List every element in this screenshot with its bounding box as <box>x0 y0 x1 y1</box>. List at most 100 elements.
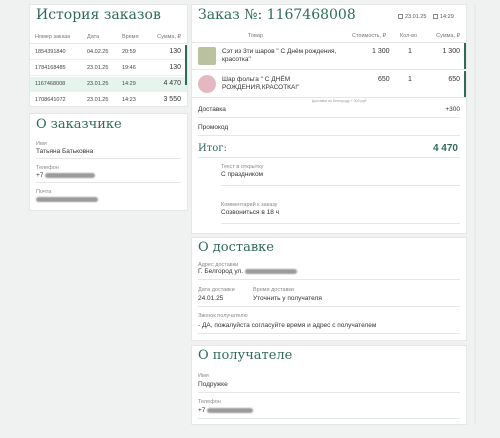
product-sum: 1 300 <box>442 48 460 55</box>
history-row-selected[interactable]: 1167468008 23.01.25 14:29 4 470 <box>30 77 187 92</box>
redacted-email <box>36 196 98 202</box>
phone-prefix: +7 <box>198 407 206 414</box>
customer-phone-label: Телефон <box>36 165 59 171</box>
delivery-label: Доставка <box>198 106 226 113</box>
calendar-icon <box>398 14 403 20</box>
total-value: 4 470 <box>432 143 458 154</box>
product-sum: 650 <box>448 76 460 83</box>
recipient-panel: О получателе Имя Подружке Телефон +7 <box>191 345 467 425</box>
divider <box>36 158 181 159</box>
product-qty: 1 <box>408 48 412 55</box>
delivery-panel: О доставке Адрес доставки Г. Белгород ул… <box>191 237 467 341</box>
row-time: 14:29 <box>122 81 136 87</box>
row-number: 1167468008 <box>35 81 66 87</box>
delivery-date-value: 24.01.25 <box>198 295 224 302</box>
delivery-time-value: Уточнить у получателя <box>253 295 322 302</box>
history-row[interactable]: 1708641072 23.01.25 14:23 3 550 <box>30 93 187 108</box>
row-number: 1854391840 <box>35 49 66 55</box>
col-product: Товар <box>248 33 263 39</box>
customer-email-value <box>36 196 98 203</box>
redacted-phone <box>207 407 254 413</box>
recipient-phone-label: Телефон <box>198 399 221 405</box>
customer-email-label: Почта <box>36 189 52 195</box>
delivery-title: О доставке <box>198 240 274 255</box>
col-order-number: Номер заказа <box>35 34 71 40</box>
card-text-label: Текст в открытку <box>221 164 264 170</box>
page-scroll-track <box>474 4 476 425</box>
row-date: 23.01.25 <box>87 65 109 71</box>
delivery-value: +300 <box>445 106 460 113</box>
history-scrollbar[interactable] <box>185 45 187 85</box>
divider <box>221 185 460 186</box>
history-row[interactable]: 1854391840 04.02.25 20:59 130 <box>30 45 187 60</box>
row-sum: 3 550 <box>163 96 181 103</box>
recipient-phone-value: +7 <box>198 407 254 414</box>
customer-panel: О заказчике Имя Татьяна Батькoвна Телефо… <box>29 113 188 211</box>
divider <box>221 223 460 224</box>
call-label: Звонок получателю <box>198 313 248 319</box>
phone-prefix: +7 <box>36 172 44 179</box>
product-thumbnail <box>198 47 216 65</box>
divider <box>198 306 460 307</box>
call-value: - ДА, пожалуйста согласуйте время и адре… <box>198 322 377 329</box>
card-text-value: С праздником <box>221 171 264 178</box>
promo-row[interactable]: Промокод <box>198 119 460 136</box>
order-time: 14:29 <box>433 14 454 20</box>
order-item[interactable]: Шар фольга " С ДНЁМ РОЖДЕНИЯ,КРАСОТКА!" … <box>192 71 466 98</box>
comment-label: Комментарий к заказу <box>221 202 278 208</box>
promo-label: Промокод <box>198 124 229 131</box>
col-price: Стоимость, ₽ <box>352 33 387 39</box>
recipient-name-value: Подружке <box>198 381 228 388</box>
item-scrollbar[interactable] <box>464 43 466 69</box>
product-qty: 1 <box>408 76 412 83</box>
history-row[interactable]: 1784168485 23.01.25 19:46 130 <box>30 61 187 76</box>
row-time: 14:23 <box>122 97 136 103</box>
order-date: 23.01.25 <box>398 14 426 20</box>
divider <box>198 333 460 334</box>
recipient-title: О получателе <box>198 348 293 363</box>
row-sum: 4 470 <box>163 80 181 87</box>
col-order-sum: Сумма, ₽ <box>436 33 460 39</box>
customer-title: О заказчике <box>36 117 122 132</box>
clock-icon <box>433 14 438 20</box>
product-name: Сэт из 3ти шаров " С Днём рождения, крас… <box>222 48 337 63</box>
divider <box>198 418 460 419</box>
total-label: Итог: <box>198 143 227 154</box>
address-text: Г. Белгород ул. <box>198 268 244 275</box>
redacted-address <box>244 268 297 274</box>
col-qty: Кол-во <box>400 33 418 39</box>
row-number: 1784168485 <box>35 65 66 71</box>
row-date: 04.02.25 <box>87 49 109 55</box>
order-date-text: 23.01.25 <box>405 14 427 20</box>
divider <box>198 279 460 280</box>
order-panel: Заказ №: 1167468008 23.01.25 14:29 Товар… <box>191 4 467 234</box>
address-value: Г. Белгород ул. <box>198 268 297 275</box>
customer-name-value: Татьяна Батькoвна <box>36 148 94 155</box>
delivery-date-label: Дата доставки <box>198 287 235 293</box>
product-price: 650 <box>378 76 390 83</box>
col-date: Дата <box>87 34 100 40</box>
row-time: 19:46 <box>122 65 136 71</box>
col-time: Время <box>122 34 139 40</box>
delivery-time-label: Время доставки <box>253 287 295 293</box>
product-price: 1 300 <box>372 48 390 55</box>
order-item[interactable]: Сэт из 3ти шаров " С Днём рождения, крас… <box>192 43 466 70</box>
order-history-title: История заказов <box>36 7 161 23</box>
product-name: Шар фольга " С ДНЁМ РОЖДЕНИЯ,КРАСОТКА!" <box>222 76 300 91</box>
divider <box>198 392 460 393</box>
order-time-text: 14:29 <box>440 14 454 20</box>
recipient-name-label: Имя <box>198 373 209 379</box>
customer-name-label: Имя <box>36 141 47 147</box>
redacted-phone <box>45 172 96 178</box>
comment-value: Созвониться в 18 ч <box>221 209 280 216</box>
row-sum: 130 <box>169 48 181 55</box>
row-date: 23.01.25 <box>87 97 109 103</box>
order-title: Заказ №: 1167468008 <box>198 7 356 23</box>
customer-phone-value: +7 <box>36 172 96 179</box>
item-scrollbar[interactable] <box>464 71 466 97</box>
product-thumbnail <box>198 75 216 93</box>
history-table-header: Номер заказа Дата Время Сумма, ₽ <box>30 32 187 44</box>
row-date: 23.01.25 <box>87 81 109 87</box>
row-sum: 130 <box>169 64 181 71</box>
col-sum: Сумма, ₽ <box>157 34 181 40</box>
